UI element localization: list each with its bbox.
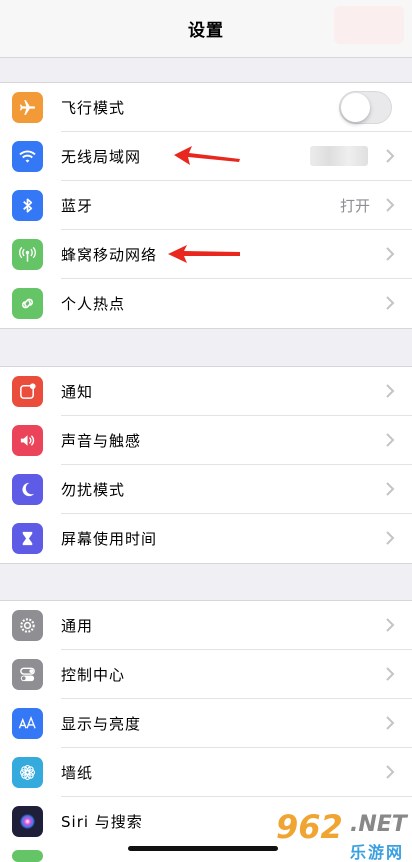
- settings-row-wifi[interactable]: 无线局域网: [0, 132, 412, 181]
- watermark-site-name: 乐游网: [350, 843, 405, 862]
- chevron-right-icon: [386, 716, 395, 730]
- settings-row-label: 个人热点: [61, 295, 126, 313]
- chevron-right-icon: [386, 433, 395, 447]
- settings-row-general[interactable]: 通用: [0, 601, 412, 650]
- bluetooth-status-value: 打开: [339, 197, 370, 215]
- settings-row-sounds-haptics[interactable]: 声音与触感: [0, 416, 412, 465]
- settings-row-label: 蓝牙: [61, 197, 94, 215]
- chevron-right-icon: [386, 247, 395, 261]
- settings-row-control-center[interactable]: 控制中心: [0, 650, 412, 699]
- toggle-knob: [341, 93, 370, 122]
- chevron-right-icon: [386, 384, 395, 398]
- settings-row-label: 通知: [61, 383, 94, 401]
- notifications-icon: [12, 376, 43, 407]
- chevron-right-icon: [386, 296, 395, 310]
- red-arrow-annotation: [168, 245, 240, 263]
- settings-row-label: Siri 与搜索: [61, 813, 143, 831]
- site-watermark: 962 .NET 乐游网: [272, 806, 412, 862]
- moon-icon: [12, 474, 43, 505]
- settings-row-cellular[interactable]: 蜂窝移动网络: [0, 230, 412, 279]
- text-size-icon: [12, 708, 43, 739]
- settings-group-connectivity: 飞行模式 无线局域网 蓝牙 打开 蜂窝移动网络 个人热点: [0, 82, 412, 329]
- settings-row-label: 显示与亮度: [61, 715, 142, 733]
- settings-row-label: 屏幕使用时间: [61, 530, 158, 548]
- home-indicator[interactable]: [128, 846, 278, 851]
- settings-row-do-not-disturb[interactable]: 勿扰模式: [0, 465, 412, 514]
- gear-icon: [12, 610, 43, 641]
- bluetooth-icon: [12, 190, 43, 221]
- hourglass-icon: [12, 523, 43, 554]
- cellular-icon: [12, 239, 43, 270]
- switches-icon: [12, 659, 43, 690]
- navigation-bar: 设置: [0, 0, 412, 58]
- settings-row-label: 蜂窝移动网络: [61, 246, 158, 264]
- chevron-right-icon: [386, 149, 395, 163]
- settings-row-label: 控制中心: [61, 666, 126, 684]
- chevron-right-icon: [386, 618, 395, 632]
- sound-icon: [12, 425, 43, 456]
- settings-row-wallpaper[interactable]: 墙纸: [0, 748, 412, 797]
- settings-row-notifications[interactable]: 通知: [0, 367, 412, 416]
- chevron-right-icon: [386, 482, 395, 496]
- partial-green-icon: [12, 850, 43, 862]
- decorative-smudge: [334, 6, 404, 44]
- siri-icon: [12, 806, 43, 837]
- watermark-number: 962: [276, 808, 343, 846]
- settings-row-label: 通用: [61, 617, 94, 635]
- airplane-mode-toggle[interactable]: [339, 91, 392, 124]
- hotspot-icon: [12, 288, 43, 319]
- settings-row-label: 飞行模式: [61, 99, 126, 117]
- chevron-right-icon: [386, 531, 395, 545]
- wifi-icon: [12, 141, 43, 172]
- chevron-right-icon: [386, 667, 395, 681]
- settings-row-label: 勿扰模式: [61, 481, 126, 499]
- settings-row-personal-hotspot[interactable]: 个人热点: [0, 279, 412, 328]
- flower-icon: [12, 757, 43, 788]
- wifi-network-name-blurred: [310, 146, 368, 166]
- settings-row-label: 墙纸: [61, 764, 94, 782]
- settings-row-screen-time[interactable]: 屏幕使用时间: [0, 514, 412, 563]
- settings-row-label: 声音与触感: [61, 432, 142, 450]
- settings-row-label: 无线局域网: [61, 148, 142, 166]
- settings-row-airplane-mode[interactable]: 飞行模式: [0, 83, 412, 132]
- settings-row-bluetooth[interactable]: 蓝牙 打开: [0, 181, 412, 230]
- chevron-right-icon: [386, 765, 395, 779]
- airplane-icon: [12, 92, 43, 123]
- red-arrow-annotation: [174, 146, 240, 165]
- watermark-suffix: .NET: [350, 812, 407, 837]
- settings-row-display-brightness[interactable]: 显示与亮度: [0, 699, 412, 748]
- settings-group-notifications: 通知 声音与触感 勿扰模式 屏幕使用时间: [0, 366, 412, 564]
- page-title: 设置: [188, 21, 224, 41]
- chevron-right-icon: [386, 198, 395, 212]
